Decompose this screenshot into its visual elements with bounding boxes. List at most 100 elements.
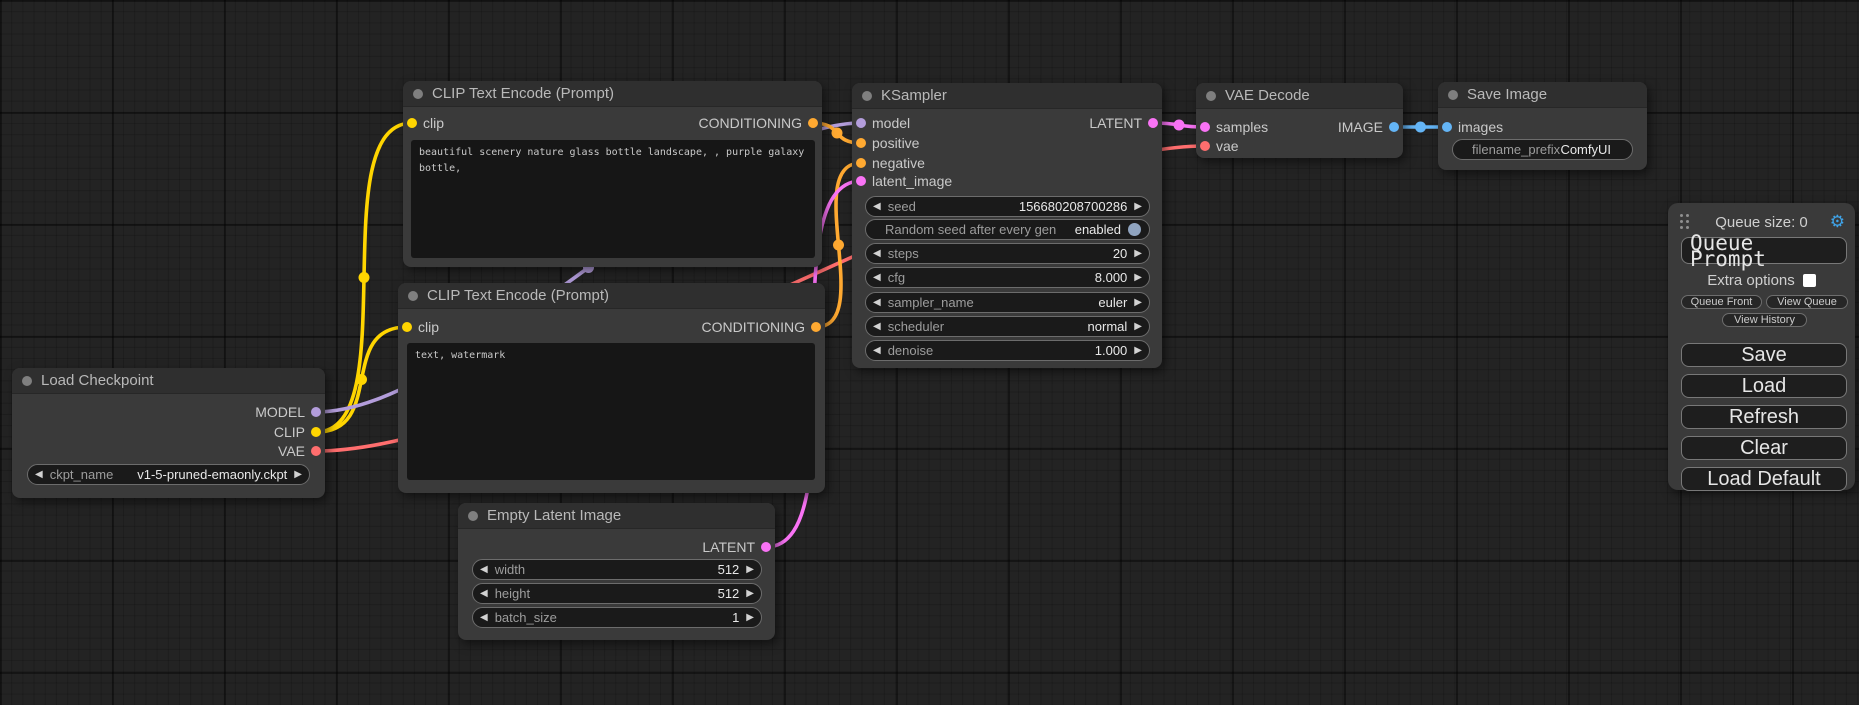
- node-title-bar[interactable]: VAE Decode: [1196, 83, 1403, 109]
- latent-image-input-port[interactable]: [856, 176, 866, 186]
- view-history-button[interactable]: View History: [1722, 313, 1807, 327]
- latent-output-port[interactable]: [761, 542, 771, 552]
- queue-prompt-button[interactable]: Queue Prompt: [1681, 237, 1847, 264]
- clear-button[interactable]: Clear: [1681, 436, 1847, 460]
- ckpt-name-widget[interactable]: ◀ ckpt_name v1-5-pruned-emaonly.ckpt ▶: [27, 464, 310, 485]
- increment-arrow-icon[interactable]: ▶: [746, 589, 754, 599]
- seed-widget[interactable]: ◀ seed 156680208700286 ▶: [865, 196, 1150, 217]
- steps-widget[interactable]: ◀ steps 20 ▶: [865, 243, 1150, 264]
- decrement-arrow-icon[interactable]: ◀: [873, 249, 881, 259]
- node-title-bar[interactable]: Save Image: [1438, 82, 1647, 108]
- extra-options-checkbox[interactable]: [1803, 274, 1816, 287]
- vae-input-port[interactable]: [1200, 141, 1210, 151]
- node-title-bar[interactable]: CLIP Text Encode (Prompt): [403, 81, 822, 107]
- denoise-widget[interactable]: ◀ denoise 1.000 ▶: [865, 340, 1150, 361]
- random-seed-toggle-widget[interactable]: Random seed after every gen enabled: [865, 219, 1150, 240]
- input-slot-vae: vae: [1200, 137, 1239, 155]
- increment-arrow-icon[interactable]: ▶: [1134, 346, 1142, 356]
- model-output-port[interactable]: [311, 407, 321, 417]
- decrement-arrow-icon[interactable]: ◀: [873, 322, 881, 332]
- increment-arrow-icon[interactable]: ▶: [1134, 298, 1142, 308]
- view-queue-button[interactable]: View Queue: [1766, 295, 1848, 309]
- node-vae-decode[interactable]: VAE Decode samples vae IMAGE: [1196, 83, 1403, 158]
- widget-value: 1.000: [1095, 343, 1128, 358]
- collapse-dot-icon[interactable]: [408, 291, 418, 301]
- width-widget[interactable]: ◀ width 512 ▶: [472, 559, 762, 580]
- increment-arrow-icon[interactable]: ▶: [746, 613, 754, 623]
- increment-arrow-icon[interactable]: ▶: [1134, 322, 1142, 332]
- decrement-arrow-icon[interactable]: ◀: [873, 202, 881, 212]
- output-slot-conditioning: CONDITIONING: [702, 318, 821, 336]
- images-input-port[interactable]: [1442, 122, 1452, 132]
- input-slot-latent-image: latent_image: [856, 172, 952, 190]
- node-clip-text-encode-negative[interactable]: CLIP Text Encode (Prompt) clip CONDITION…: [398, 283, 825, 493]
- collapse-dot-icon[interactable]: [413, 89, 423, 99]
- clip-input-port[interactable]: [402, 322, 412, 332]
- decrement-arrow-icon[interactable]: ◀: [480, 565, 488, 575]
- collapse-dot-icon[interactable]: [862, 91, 872, 101]
- cfg-widget[interactable]: ◀ cfg 8.000 ▶: [865, 267, 1150, 288]
- slot-label: CLIP: [274, 424, 305, 440]
- decrement-arrow-icon[interactable]: ◀: [480, 589, 488, 599]
- increment-arrow-icon[interactable]: ▶: [1134, 273, 1142, 283]
- output-slot-vae: VAE: [278, 442, 321, 460]
- decrement-arrow-icon[interactable]: ◀: [35, 470, 43, 480]
- increment-arrow-icon[interactable]: ▶: [746, 565, 754, 575]
- node-graph-canvas[interactable]: Load Checkpoint MODEL CLIP VAE ◀ ckpt_na…: [0, 0, 1859, 705]
- node-clip-text-encode-positive[interactable]: CLIP Text Encode (Prompt) clip CONDITION…: [403, 81, 822, 267]
- refresh-button[interactable]: Refresh: [1681, 405, 1847, 429]
- increment-arrow-icon[interactable]: ▶: [1134, 249, 1142, 259]
- link-midpoint-dot: [832, 128, 843, 139]
- increment-arrow-icon[interactable]: ▶: [294, 470, 302, 480]
- node-ksampler[interactable]: KSampler model positive negative latent_…: [852, 83, 1162, 368]
- load-button[interactable]: Load: [1681, 374, 1847, 398]
- toggle-knob[interactable]: [1128, 223, 1141, 236]
- latent-output-port[interactable]: [1148, 118, 1158, 128]
- slot-label: images: [1458, 119, 1503, 135]
- collapse-dot-icon[interactable]: [1206, 91, 1216, 101]
- negative-input-port[interactable]: [856, 158, 866, 168]
- conditioning-output-port[interactable]: [808, 118, 818, 128]
- scheduler-widget[interactable]: ◀ scheduler normal ▶: [865, 316, 1150, 337]
- collapse-dot-icon[interactable]: [1448, 90, 1458, 100]
- node-title-bar[interactable]: KSampler: [852, 83, 1162, 109]
- image-output-port[interactable]: [1389, 122, 1399, 132]
- increment-arrow-icon[interactable]: ▶: [1134, 202, 1142, 212]
- save-button[interactable]: Save: [1681, 343, 1847, 367]
- model-input-port[interactable]: [856, 118, 866, 128]
- decrement-arrow-icon[interactable]: ◀: [873, 273, 881, 283]
- slot-label: LATENT: [1089, 115, 1142, 131]
- link-midpoint-dot: [1174, 120, 1185, 131]
- settings-gear-icon[interactable]: ⚙: [1830, 211, 1845, 233]
- node-title-bar[interactable]: CLIP Text Encode (Prompt): [398, 283, 825, 309]
- widget-value: 156680208700286: [1019, 199, 1127, 214]
- clip-input-port[interactable]: [407, 118, 417, 128]
- node-title-bar[interactable]: Load Checkpoint: [12, 368, 325, 394]
- positive-input-port[interactable]: [856, 138, 866, 148]
- node-load-checkpoint[interactable]: Load Checkpoint MODEL CLIP VAE ◀ ckpt_na…: [12, 368, 325, 498]
- clip-output-port[interactable]: [311, 427, 321, 437]
- decrement-arrow-icon[interactable]: ◀: [480, 613, 488, 623]
- load-default-button[interactable]: Load Default: [1681, 467, 1847, 491]
- sampler-name-widget[interactable]: ◀ sampler_name euler ▶: [865, 292, 1150, 313]
- link-midpoint-dot: [1415, 122, 1426, 133]
- decrement-arrow-icon[interactable]: ◀: [873, 298, 881, 308]
- batch-size-widget[interactable]: ◀ batch_size 1 ▶: [472, 607, 762, 628]
- vae-output-port[interactable]: [311, 446, 321, 456]
- decrement-arrow-icon[interactable]: ◀: [873, 346, 881, 356]
- node-title-bar[interactable]: Empty Latent Image: [458, 503, 775, 529]
- node-empty-latent-image[interactable]: Empty Latent Image LATENT ◀ width 512 ▶ …: [458, 503, 775, 640]
- prompt-textarea[interactable]: text, watermark: [407, 343, 815, 480]
- input-slot-images: images: [1442, 118, 1503, 136]
- collapse-dot-icon[interactable]: [468, 511, 478, 521]
- prompt-textarea[interactable]: beautiful scenery nature glass bottle la…: [411, 140, 815, 258]
- filename-prefix-widget[interactable]: filename_prefix ComfyUI: [1452, 139, 1633, 160]
- queue-front-button[interactable]: Queue Front: [1681, 295, 1762, 309]
- samples-input-port[interactable]: [1200, 122, 1210, 132]
- height-widget[interactable]: ◀ height 512 ▶: [472, 583, 762, 604]
- conditioning-output-port[interactable]: [811, 322, 821, 332]
- node-save-image[interactable]: Save Image images filename_prefix ComfyU…: [1438, 82, 1647, 170]
- node-title: Load Checkpoint: [41, 372, 154, 389]
- output-slot-latent: LATENT: [1089, 114, 1158, 132]
- collapse-dot-icon[interactable]: [22, 376, 32, 386]
